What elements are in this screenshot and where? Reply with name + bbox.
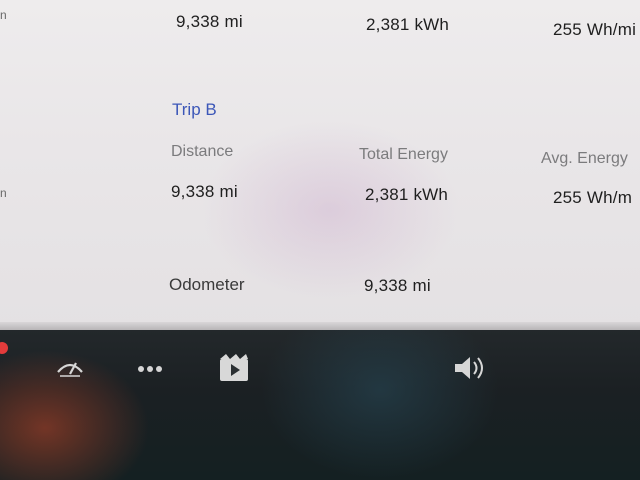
trip-b-total-energy: 2,381 kWh — [365, 185, 449, 204]
odometer-value: 9,338 mi — [364, 276, 431, 295]
trip-b-avg-energy: 255 Wh/m — [553, 188, 633, 207]
apps-icon[interactable] — [132, 354, 168, 384]
wiper-icon[interactable] — [50, 350, 90, 384]
trip-b-avg-energy-label: Avg. Energy — [541, 150, 628, 167]
bottom-taskbar — [0, 330, 640, 480]
left-edge-fragment-2: n — [0, 186, 7, 200]
trip-a-total-energy: 2,381 kWh — [366, 15, 450, 34]
trip-screen: n n 9,338 mi 2,381 kWh 255 Wh/mi Trip B … — [0, 0, 640, 330]
trip-b-distance-label: Distance — [171, 143, 234, 160]
trip-a-avg-energy: 255 Wh/mi — [553, 20, 637, 39]
odometer-label: Odometer — [169, 275, 245, 294]
trip-b-distance: 9,338 mi — [171, 182, 238, 201]
trip-a-distance: 9,338 mi — [176, 12, 243, 31]
screen-bezel — [0, 322, 640, 330]
trip-b-total-energy-label: Total Energy — [359, 146, 448, 163]
left-edge-fragment: n — [0, 8, 7, 22]
media-player-icon[interactable] — [214, 348, 254, 388]
trip-b-title: Trip B — [172, 100, 217, 119]
volume-icon[interactable] — [448, 350, 492, 386]
